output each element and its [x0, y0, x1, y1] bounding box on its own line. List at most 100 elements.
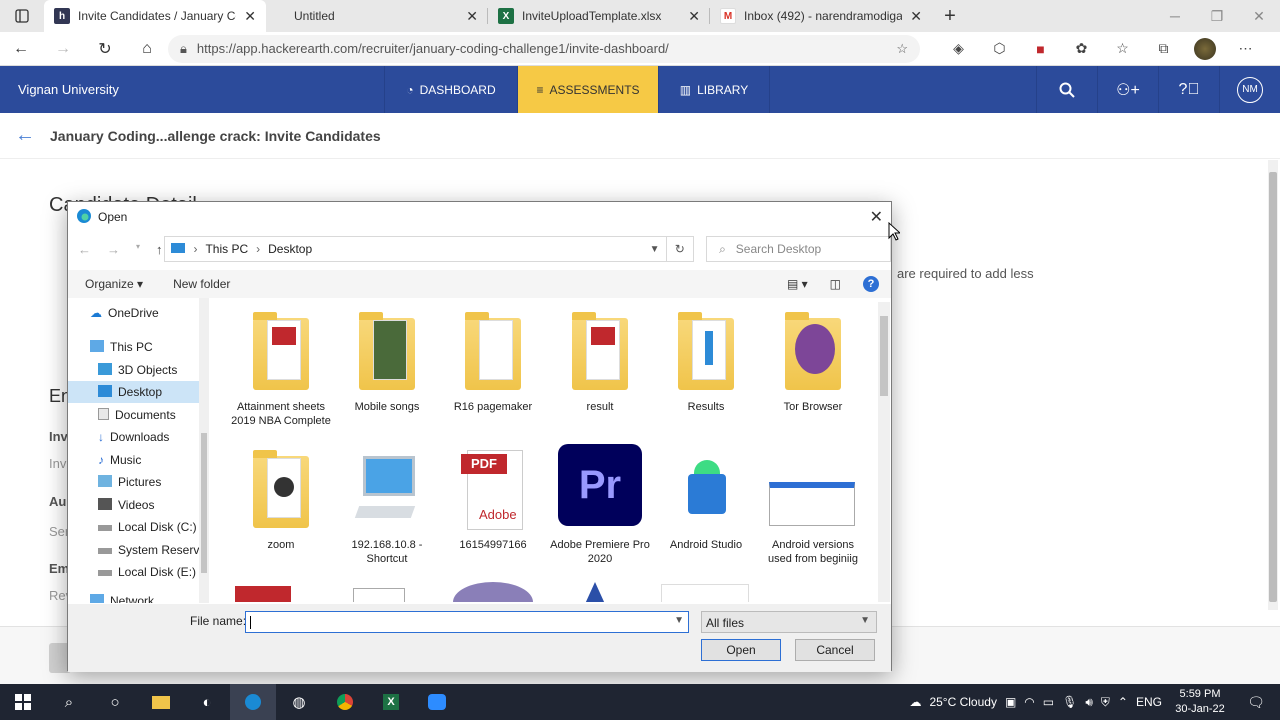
- file-explorer-icon[interactable]: [138, 684, 184, 720]
- page-scrollbar[interactable]: [1268, 160, 1278, 610]
- url-bar[interactable]: 🔒︎ https://app.hackerearth.com/recruiter…: [168, 34, 920, 63]
- browser-tab-invite[interactable]: h Invite Candidates / January Codi ✕: [44, 0, 266, 32]
- file-item[interactable]: Android Studio: [654, 448, 758, 552]
- home-icon[interactable]: ⌂: [126, 32, 168, 66]
- nav-pictures[interactable]: Pictures: [98, 471, 161, 493]
- file-item[interactable]: zoom: [229, 448, 333, 552]
- cancel-button[interactable]: Cancel: [795, 639, 875, 661]
- file-type-select[interactable]: All files ▼: [701, 611, 877, 633]
- nav-videos[interactable]: Videos: [98, 494, 154, 516]
- file-item[interactable]: Pr Adobe Premiere Pro 2020: [548, 444, 652, 566]
- language-indicator[interactable]: ENG: [1136, 695, 1162, 709]
- more-menu-icon[interactable]: ⋯: [1225, 40, 1266, 57]
- file-item[interactable]: Mobile songs: [335, 310, 439, 414]
- tab-actions-icon[interactable]: [0, 0, 44, 32]
- edge-icon[interactable]: [230, 684, 276, 720]
- chevron-down-icon[interactable]: ▼: [674, 615, 684, 626]
- nav-desktop[interactable]: Desktop: [68, 381, 199, 403]
- search-desktop-input[interactable]: ⌕ Search Desktop: [706, 236, 891, 262]
- org-name[interactable]: Vignan University: [0, 82, 384, 97]
- reload-icon[interactable]: ↻: [84, 32, 126, 66]
- navigation-pane-scrollbar[interactable]: [199, 298, 209, 603]
- forward-icon[interactable]: →: [42, 32, 84, 66]
- excel-icon[interactable]: X: [368, 684, 414, 720]
- nav-network[interactable]: Network: [90, 590, 154, 603]
- file-item[interactable]: result: [548, 310, 652, 414]
- help-icon[interactable]: ?⃝: [1158, 66, 1219, 113]
- chevron-down-icon[interactable]: ▼: [644, 244, 666, 255]
- file-item[interactable]: Tor Browser: [761, 310, 865, 414]
- recent-dropdown-icon[interactable]: ▾: [136, 242, 140, 257]
- open-button[interactable]: Open: [701, 639, 781, 661]
- view-options-icon[interactable]: ▤ ▾: [787, 277, 808, 291]
- nav-library[interactable]: ▥ LIBRARY: [658, 66, 770, 113]
- browser-tab-gmail[interactable]: M Inbox (492) - narendramodigari@ ✕: [710, 0, 932, 32]
- close-tab-icon[interactable]: ✕: [244, 8, 256, 25]
- puzzle-icon[interactable]: ✿: [1061, 40, 1102, 57]
- file-item[interactable]: Results: [654, 310, 758, 414]
- browser-tab-untitled[interactable]: Untitled ✕: [266, 0, 488, 32]
- browser-tab-excel[interactable]: X InviteUploadTemplate.xlsx ✕: [488, 0, 710, 32]
- weather-text[interactable]: 25°C Cloudy: [929, 695, 997, 709]
- speaker-icon[interactable]: 🔊︎: [1085, 695, 1093, 710]
- nav-documents[interactable]: Documents: [98, 404, 176, 426]
- organize-button[interactable]: Organize ▾: [85, 277, 143, 291]
- nav-system-reserved[interactable]: System Reserved: [98, 539, 199, 561]
- file-item[interactable]: Attainment sheets 2019 NBA Complete: [229, 310, 333, 428]
- app-icon[interactable]: ◐: [184, 684, 230, 720]
- wifi-icon[interactable]: ◠: [1024, 695, 1034, 709]
- file-item[interactable]: R16 pagemaker: [441, 310, 545, 414]
- nav-assessments[interactable]: ≡ ASSESSMENTS: [517, 66, 658, 113]
- breadcrumb-item[interactable]: This PC: [205, 242, 248, 256]
- search-icon[interactable]: [1036, 66, 1097, 113]
- notification-icon[interactable]: 🗨︎: [1238, 694, 1274, 711]
- back-icon[interactable]: ←: [0, 32, 42, 66]
- breadcrumb-item[interactable]: Desktop: [268, 242, 312, 256]
- app-icon[interactable]: ◍: [276, 684, 322, 720]
- cortana-icon[interactable]: ○: [92, 684, 138, 720]
- file-item[interactable]: PDF Adobe 16154997166: [441, 448, 545, 552]
- back-arrow-icon[interactable]: ←: [0, 124, 50, 147]
- breadcrumb[interactable]: › This PC › Desktop ▼: [164, 236, 667, 262]
- nav-onedrive[interactable]: ☁ OneDrive: [90, 302, 159, 324]
- windows-start-icon[interactable]: [0, 684, 46, 720]
- new-tab-icon[interactable]: +: [932, 0, 968, 32]
- up-folder-icon[interactable]: ↑: [156, 242, 163, 257]
- restore-icon[interactable]: ❐: [1196, 0, 1238, 32]
- nav-music[interactable]: ♪ Music: [98, 449, 141, 471]
- nav-local-disk-c[interactable]: Local Disk (C:): [98, 516, 197, 538]
- zoom-icon[interactable]: [414, 684, 460, 720]
- favorites-icon[interactable]: ☆: [1102, 40, 1143, 57]
- clock[interactable]: 5:59 PM 30-Jan-22: [1170, 687, 1230, 717]
- favorite-add-icon[interactable]: ☆: [896, 41, 908, 57]
- nav-dashboard[interactable]: ◔ DASHBOARD: [384, 66, 517, 113]
- help-icon[interactable]: ?: [863, 276, 879, 292]
- profile-avatar[interactable]: [1184, 37, 1225, 60]
- nav-local-disk-e[interactable]: Local Disk (E:): [98, 561, 196, 583]
- new-folder-button[interactable]: New folder: [173, 277, 230, 291]
- search-icon[interactable]: ⌕: [46, 684, 92, 720]
- nav-this-pc[interactable]: This PC: [90, 336, 153, 358]
- file-name-input[interactable]: ▼: [245, 611, 689, 633]
- dialog-back-icon[interactable]: ←: [78, 242, 91, 257]
- dialog-close-icon[interactable]: ✕: [870, 207, 883, 227]
- file-list-scrollbar[interactable]: [878, 302, 890, 602]
- red-extension-icon[interactable]: ■: [1020, 41, 1061, 57]
- nav-downloads[interactable]: ↓ Downloads: [98, 426, 169, 448]
- security-icon[interactable]: ⛨: [1101, 695, 1110, 710]
- tray-app-icon[interactable]: ▣: [1005, 695, 1016, 709]
- user-menu[interactable]: NM: [1219, 66, 1280, 113]
- close-tab-icon[interactable]: ✕: [688, 8, 700, 25]
- minimize-icon[interactable]: ─: [1154, 0, 1196, 32]
- refresh-icon[interactable]: ↻: [666, 236, 695, 262]
- file-item[interactable]: 192.168.10.8 - Shortcut: [335, 448, 439, 566]
- cube-extension-icon[interactable]: ⬡: [979, 40, 1020, 57]
- chevron-up-icon[interactable]: ⌃: [1118, 695, 1128, 709]
- collections-icon[interactable]: ⧉: [1143, 40, 1184, 57]
- close-tab-icon[interactable]: ✕: [466, 8, 478, 25]
- preview-pane-icon[interactable]: ◫: [830, 277, 841, 291]
- close-tab-icon[interactable]: ✕: [910, 8, 922, 25]
- extension-icon[interactable]: ◈: [938, 40, 979, 57]
- chrome-icon[interactable]: [322, 684, 368, 720]
- dialog-forward-icon[interactable]: →: [107, 242, 120, 257]
